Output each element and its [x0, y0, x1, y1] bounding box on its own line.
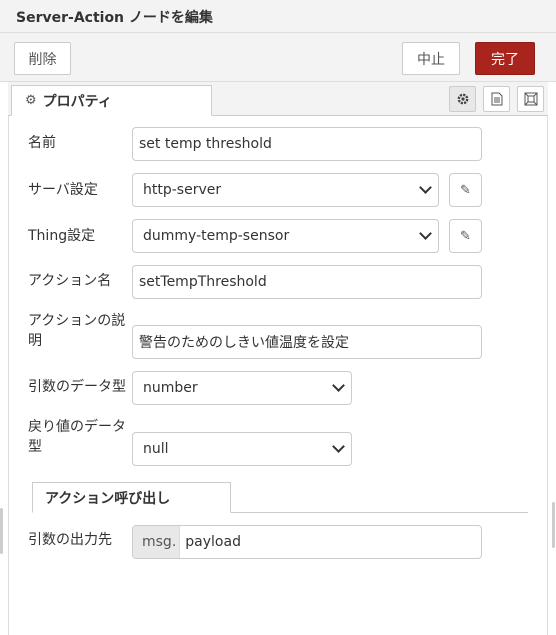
dialog-toolbar: 削除 中止 完了 — [0, 33, 556, 82]
frame-icon[interactable] — [517, 86, 544, 112]
server-select[interactable]: http-server — [132, 173, 439, 207]
done-button[interactable]: 完了 — [475, 42, 535, 75]
server-select-value: http-server — [143, 182, 222, 198]
pencil-icon: ✎ — [460, 182, 471, 198]
gear-icon: ⚙ — [25, 93, 37, 108]
tab-properties-label: プロパティ — [42, 93, 112, 110]
arg-type-label: 引数のデータ型 — [28, 379, 126, 395]
chevron-down-icon — [419, 181, 432, 194]
edit-thing-button[interactable]: ✎ — [449, 219, 482, 253]
chevron-down-icon — [419, 227, 432, 240]
document-icon[interactable] — [483, 86, 510, 112]
thing-select-value: dummy-temp-sensor — [143, 228, 290, 244]
delete-button[interactable]: 削除 — [14, 42, 71, 75]
thing-select[interactable]: dummy-temp-sensor — [132, 219, 439, 253]
return-type-select-value: null — [143, 441, 169, 457]
arg-type-select-value: number — [143, 380, 198, 396]
dialog-title: Server-Action ノードを編集 — [16, 10, 213, 26]
resize-handle-left[interactable] — [0, 508, 3, 554]
action-desc-input[interactable] — [132, 325, 482, 359]
return-type-select[interactable]: null — [132, 432, 352, 466]
output-type-prefix[interactable]: msg. — [133, 526, 181, 558]
chevron-down-icon — [332, 379, 345, 392]
cancel-button[interactable]: 中止 — [402, 42, 460, 75]
tab-bar: ⚙ プロパティ — [8, 82, 548, 116]
chevron-down-icon — [332, 440, 345, 453]
action-name-input[interactable] — [132, 265, 482, 299]
edit-server-button[interactable]: ✎ — [449, 173, 482, 207]
name-label: 名前 — [28, 135, 56, 151]
name-input[interactable] — [132, 127, 482, 161]
return-type-label-line1: 戻り値のデータ — [28, 419, 126, 435]
output-value: payload — [185, 534, 241, 550]
output-label: 引数の出力先 — [28, 532, 112, 548]
server-label: サーバ設定 — [28, 182, 98, 198]
arg-type-select[interactable]: number — [132, 371, 352, 405]
dialog-header: Server-Action ノードを編集 — [0, 0, 556, 33]
pencil-icon: ✎ — [460, 228, 471, 244]
gear-icon[interactable] — [449, 86, 476, 112]
action-desc-label-line1: アクションの説 — [28, 313, 126, 329]
thing-label: Thing設定 — [28, 228, 96, 244]
resize-handle-right[interactable] — [552, 502, 555, 548]
output-typed-input[interactable]: msg. payload — [132, 525, 482, 559]
action-name-label: アクション名 — [28, 273, 112, 289]
return-type-label-line2: 型 — [28, 439, 42, 455]
tab-action-call[interactable]: アクション呼び出し — [32, 482, 231, 513]
tab-properties[interactable]: ⚙ プロパティ — [11, 85, 212, 116]
action-desc-label-line2: 明 — [28, 333, 42, 349]
